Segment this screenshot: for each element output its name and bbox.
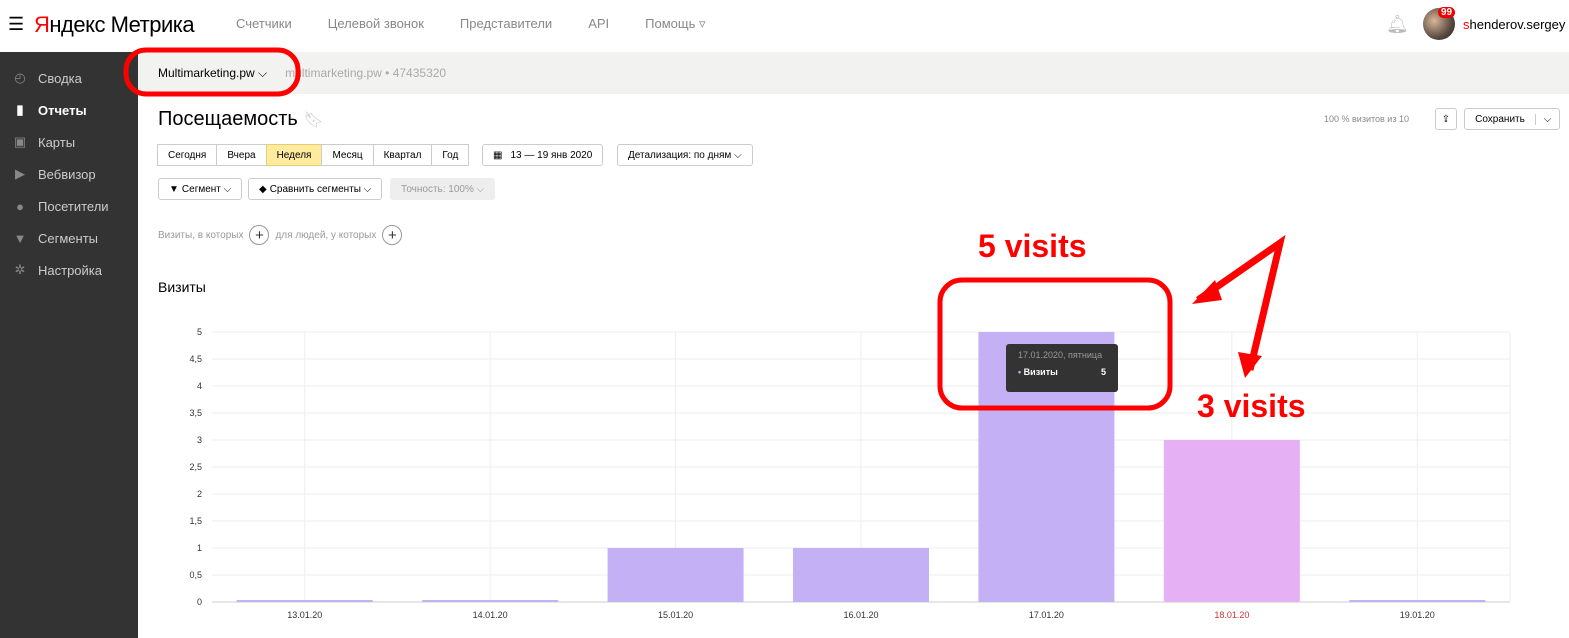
x-tick-label: 16.01.20 [843,610,878,620]
x-tick-label: 19.01.20 [1400,610,1435,620]
y-tick-label: 2 [197,489,202,499]
y-tick-label: 0 [197,597,202,607]
y-tick-label: 1 [197,543,202,553]
x-tick-label: 13.01.20 [287,610,322,620]
y-tick-label: 3,5 [189,408,202,418]
visits-chart: 0 0,5 1 1,5 2 2,5 3 3,5 4 4,5 5 13.01.20 14.01.20 15.… [189,327,1511,620]
x-tick-label: 15.01.20 [658,610,693,620]
y-tick-label: 4 [197,381,202,391]
x-tick-label: 17.01.20 [1029,610,1064,620]
bar [1163,440,1300,602]
y-tick-label: 5 [197,327,202,337]
y-tick-label: 4,5 [189,354,202,364]
bar [1349,600,1486,602]
y-tick-label: 2,5 [189,462,202,472]
x-tick-label: 14.01.20 [473,610,508,620]
bar [607,548,744,602]
annotation-3-visits: 3 visits [1197,388,1306,424]
x-tick-label: 18.01.20 [1214,610,1249,620]
y-tick-label: 1,5 [189,516,202,526]
bar [793,548,929,602]
bar [422,600,559,602]
chart-tooltip: 17.01.2020, пятница • Визиты 5 [1006,344,1118,392]
y-tick-label: 0,5 [189,570,202,580]
bar [236,600,373,602]
y-tick-label: 3 [197,435,202,445]
annotation-5-visits: 5 visits [978,228,1087,264]
